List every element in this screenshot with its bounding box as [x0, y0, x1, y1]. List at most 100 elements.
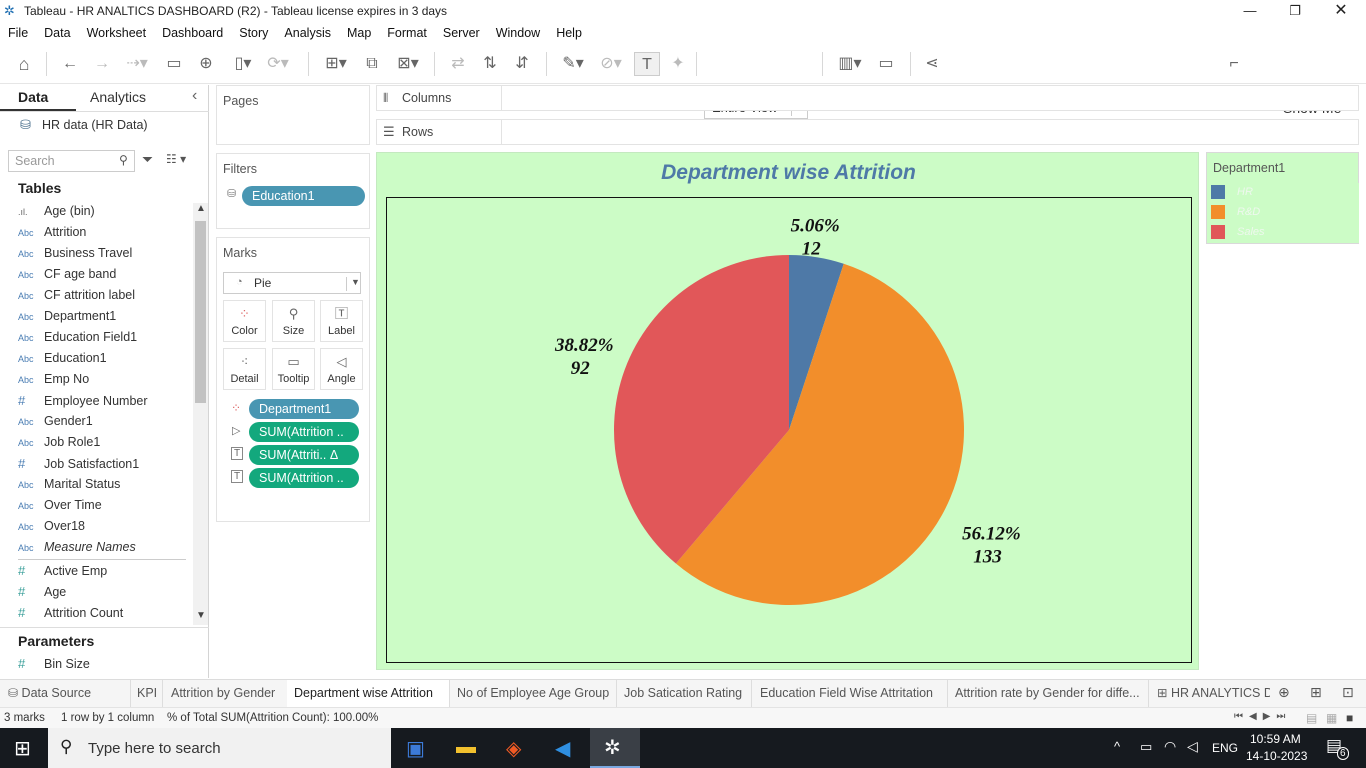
parameter-item[interactable]: # Bin Size	[18, 653, 188, 674]
field-item[interactable]: .ıl. Age (bin)	[18, 201, 188, 222]
scroll-up-icon[interactable]: ▲	[196, 203, 206, 214]
menu-file[interactable]: File	[0, 22, 36, 40]
field-item[interactable]: Abc Education1	[18, 348, 188, 369]
field-item[interactable]: Abc Attrition	[18, 222, 188, 243]
field-item[interactable]: # Active Emp	[18, 560, 188, 581]
tab-employee-age-group[interactable]: No of Employee Age Group	[449, 680, 615, 707]
swap-icon[interactable]: ⇄	[446, 52, 470, 76]
pages-shelf[interactable]: Pages	[216, 85, 370, 145]
tab-attrition-by-gender[interactable]: Attrition by Gender	[162, 680, 286, 707]
field-item[interactable]: Abc Measure Names	[18, 537, 188, 558]
chevron-up-icon[interactable]: ^	[1114, 739, 1120, 754]
filter-pill-education[interactable]: Education1	[242, 186, 365, 206]
duplicate-sheet-icon[interactable]: ⧉	[360, 52, 384, 76]
field-item[interactable]: Abc CF age band	[18, 264, 188, 285]
field-item[interactable]: Abc Over18	[18, 516, 188, 537]
field-item[interactable]: Abc Department1	[18, 306, 188, 327]
detail-button[interactable]: ⁖ Detail	[223, 348, 266, 390]
windows-start-icon[interactable]: ⊞	[14, 736, 31, 761]
paint-format-icon[interactable]: ⌐	[1222, 52, 1246, 76]
field-item[interactable]: Abc Emp No	[18, 369, 188, 390]
grid-view-icon[interactable]: ▤	[1306, 711, 1317, 725]
view-options-icon[interactable]: ☷ ▾	[166, 152, 186, 166]
tab-data[interactable]: Data	[18, 89, 48, 105]
new-datasource-icon[interactable]: ⊕	[194, 52, 218, 76]
columns-shelf[interactable]: ⦀ Columns	[376, 85, 1359, 111]
restore-icon[interactable]: ❐	[1272, 0, 1318, 22]
menu-server[interactable]: Server	[435, 22, 488, 40]
legend-item-hr[interactable]: HR	[1211, 185, 1253, 201]
tab-kpi[interactable]: KPI	[130, 680, 160, 707]
field-item[interactable]: # Employee Number	[18, 390, 188, 411]
tabs-view-icon[interactable]: ■	[1346, 711, 1353, 725]
menu-story[interactable]: Story	[231, 22, 276, 40]
label-button[interactable]: 🅃 Label	[320, 300, 363, 342]
field-item[interactable]: # Age	[18, 581, 188, 602]
menu-data[interactable]: Data	[36, 22, 78, 40]
menu-analysis[interactable]: Analysis	[276, 22, 339, 40]
field-item[interactable]: Abc Education Field1	[18, 327, 188, 348]
vscode-icon[interactable]: ◀	[555, 736, 570, 761]
mark-pill-angle[interactable]: SUM(Attrition ..	[249, 422, 359, 442]
field-item[interactable]: Abc Job Role1	[18, 432, 188, 453]
menu-help[interactable]: Help	[548, 22, 590, 40]
presentation-mode-icon[interactable]: ▭	[874, 52, 898, 76]
close-icon[interactable]: ✕	[1318, 0, 1364, 22]
scroll-down-icon[interactable]: ▼	[196, 610, 206, 621]
rows-shelf[interactable]: ☰ Rows	[376, 119, 1359, 145]
worksheet-view[interactable]: Department wise Attrition 5.06% 12 56.12% 1…	[376, 152, 1199, 670]
sort-descending-icon[interactable]: ⇵	[510, 52, 534, 76]
wifi-icon[interactable]: ◠	[1164, 738, 1176, 755]
file-explorer-icon[interactable]: ▬	[456, 736, 476, 759]
sheet-navigation-icons[interactable]: ⏮◀▶⏭	[1234, 711, 1291, 722]
menu-window[interactable]: Window	[488, 22, 548, 40]
replay-icon[interactable]: ⇢▾	[120, 52, 154, 76]
brave-browser-icon[interactable]: ◈	[506, 736, 521, 761]
menu-worksheet[interactable]: Worksheet	[79, 22, 155, 40]
field-item[interactable]: # Job Satisfaction1	[18, 453, 188, 474]
python-icon[interactable]: ▣	[406, 736, 425, 761]
battery-icon[interactable]: ▭	[1140, 739, 1152, 755]
filter-icon[interactable]: ⏷	[142, 151, 153, 168]
color-button[interactable]: ⁘ Color	[223, 300, 266, 342]
filters-shelf[interactable]: Filters ⛁ Education1	[216, 153, 370, 229]
tab-hr-analytics-dashboard[interactable]: ⊞ HR ANALYTICS D	[1148, 680, 1270, 707]
angle-button[interactable]: ◁ Angle	[320, 348, 363, 390]
field-item[interactable]: Abc Marital Status	[18, 474, 188, 495]
datasource-name[interactable]: HR data (HR Data)	[42, 118, 148, 132]
field-item[interactable]: Abc Over Time	[18, 495, 188, 516]
new-worksheet-icon[interactable]: ⊞▾	[318, 52, 354, 76]
group-icon[interactable]: ⊘▾	[594, 52, 628, 76]
pause-updates-icon[interactable]: ▯▾	[226, 52, 260, 76]
legend-item-rd[interactable]: R&D	[1211, 205, 1260, 221]
undo-icon[interactable]: ←	[58, 52, 82, 76]
minimize-icon[interactable]: —	[1227, 0, 1273, 22]
volume-icon[interactable]: ◁	[1187, 738, 1198, 755]
tab-attrition-rate-gender[interactable]: Attrition rate by Gender for diffe...	[947, 680, 1147, 707]
mark-pill-label-pct[interactable]: SUM(Attriti.. Δ	[249, 445, 359, 465]
home-icon[interactable]: ⌂	[12, 52, 36, 76]
new-worksheet-icon[interactable]: ⊕	[1278, 684, 1290, 701]
redo-icon[interactable]: →	[90, 52, 114, 76]
tab-analytics[interactable]: Analytics	[90, 89, 146, 105]
tab-department-wise-attrition[interactable]: Department wise Attrition	[287, 680, 449, 707]
menu-format[interactable]: Format	[379, 22, 435, 40]
mark-type-dropdown[interactable]: ◔ Pie ▼	[223, 272, 361, 294]
taskbar-search[interactable]: ⚲ Type here to search	[48, 728, 391, 768]
language-indicator[interactable]: ENG	[1212, 741, 1238, 755]
scrollbar[interactable]: ▲ ▼	[193, 203, 208, 625]
clear-sheet-icon[interactable]: ⊠▾	[390, 52, 426, 76]
mark-pill-department[interactable]: Department1	[249, 399, 359, 419]
tooltip-button[interactable]: ▭ Tooltip	[272, 348, 315, 390]
menu-dashboard[interactable]: Dashboard	[154, 22, 231, 40]
tab-data-source[interactable]: ⛁ Data Source	[8, 680, 128, 707]
share-icon[interactable]: ⋖	[920, 52, 944, 76]
field-item[interactable]: # Attrition Count	[18, 602, 188, 623]
legend-item-sales[interactable]: Sales	[1211, 225, 1265, 241]
save-icon[interactable]: ▭	[162, 52, 186, 76]
tableau-taskbar-button[interactable]: ✲	[590, 728, 640, 768]
clock-time[interactable]: 10:59 AM	[1250, 732, 1301, 746]
field-item[interactable]: Abc CF attrition label	[18, 285, 188, 306]
refresh-icon[interactable]: ⟳▾	[264, 52, 292, 76]
mark-pill-label-count[interactable]: SUM(Attrition ..	[249, 468, 359, 488]
